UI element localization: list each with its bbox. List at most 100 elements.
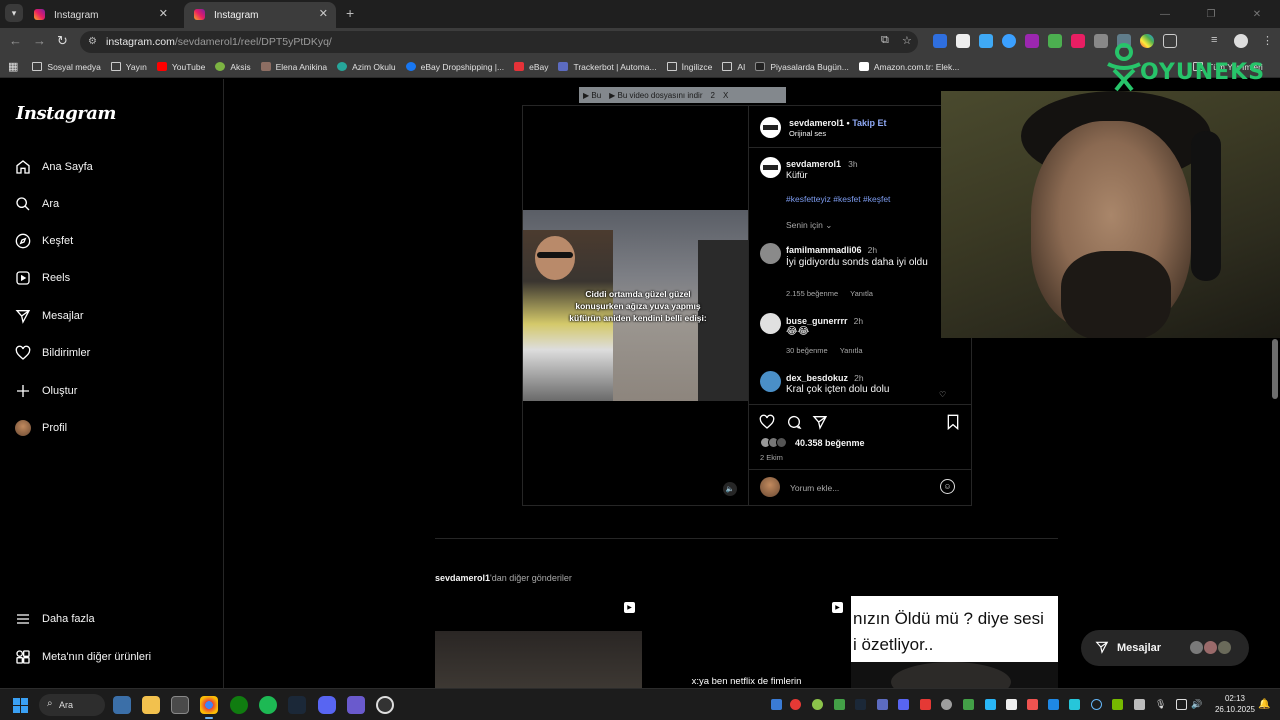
post-thumbnail[interactable]: nızın Öldü mü ? diye sesi i özetliyor.. — [851, 596, 1058, 688]
tray-icon[interactable] — [920, 699, 931, 710]
back-icon[interactable]: ← — [9, 33, 22, 48]
bookmark-link[interactable]: Elena Anikina — [260, 62, 327, 72]
tray-icon[interactable] — [771, 699, 782, 710]
bookmark-link[interactable]: YouTube — [156, 62, 205, 72]
follow-button[interactable]: Takip Et — [852, 118, 886, 128]
minimize-icon[interactable]: — — [1142, 0, 1188, 28]
download-video-button[interactable]: ▶ Bu video dosyasını indir — [605, 91, 706, 100]
messages-pill-button[interactable]: Mesajlar — [1081, 630, 1249, 666]
bookmark-folder[interactable]: Sosyal medya — [32, 62, 101, 72]
avatar[interactable] — [760, 371, 781, 392]
tray-icon[interactable] — [1027, 699, 1038, 710]
sidebar-item-notifications[interactable]: Bildirimler — [14, 341, 90, 365]
avatar[interactable] — [760, 313, 781, 334]
audio-label[interactable]: Orijinal ses — [789, 129, 826, 138]
extension-icon[interactable] — [1025, 34, 1039, 48]
tray-icon[interactable] — [941, 699, 952, 710]
bookmark-link[interactable]: Aksis — [215, 62, 251, 72]
taskbar-search[interactable]: ⌕ Ara — [39, 694, 105, 716]
chrome-icon[interactable] — [200, 696, 218, 719]
tray-icon[interactable] — [790, 699, 801, 710]
download-button[interactable]: ▶ Bu — [579, 91, 605, 100]
file-explorer-icon[interactable] — [142, 696, 160, 714]
sidebar-item-search[interactable]: Ara — [14, 192, 59, 216]
more-posts-username[interactable]: sevdamerol1 — [435, 573, 490, 583]
tray-icon[interactable] — [877, 699, 888, 710]
tray-icon[interactable] — [834, 699, 845, 710]
tray-icon[interactable] — [963, 699, 974, 710]
bookmark-link[interactable]: Azim Okulu — [337, 62, 396, 72]
close-window-icon[interactable]: ✕ — [1234, 0, 1280, 28]
bookmark-folder[interactable]: İngilizce — [666, 62, 712, 72]
install-app-icon[interactable]: ⧉ — [881, 34, 889, 47]
nvidia-icon[interactable] — [1112, 699, 1123, 710]
tray-icon[interactable] — [1006, 699, 1017, 710]
extension-icon[interactable] — [933, 34, 947, 48]
spotify-icon[interactable] — [259, 696, 277, 714]
sidebar-item-reels[interactable]: Reels — [14, 266, 70, 290]
extension-icon[interactable] — [956, 34, 970, 48]
bookmark-folder[interactable]: AI — [722, 62, 745, 72]
browser-tab-active[interactable]: Instagram ✕ — [184, 2, 336, 28]
comment-likes[interactable]: 30 beğenme — [786, 346, 828, 355]
tray-icon[interactable] — [1134, 699, 1145, 710]
like-heart-icon[interactable] — [759, 414, 775, 433]
reply-button[interactable]: Yanıtla — [850, 289, 873, 298]
bookmark-link[interactable]: eBay Dropshipping |... — [405, 62, 504, 72]
address-bar[interactable]: ⚙ instagram.com/sevdamerol1/reel/DPT5yPt… — [80, 31, 918, 53]
comment-bubble-icon[interactable] — [786, 414, 802, 433]
sidebar-item-create[interactable]: Oluştur — [14, 379, 77, 403]
discord-tray-icon[interactable] — [898, 699, 909, 710]
sidebar-item-messages[interactable]: Mesajlar — [14, 304, 84, 328]
comment-username[interactable]: dex_besdokuz — [786, 373, 848, 383]
extension-icon[interactable] — [1071, 34, 1085, 48]
microphone-icon[interactable]: 🎙 — [1155, 699, 1166, 710]
reload-icon[interactable]: ↻ — [57, 33, 68, 49]
task-view-icon[interactable] — [113, 696, 131, 714]
sidebar-item-meta-products[interactable]: Meta'nın diğer ürünleri — [14, 645, 151, 669]
browser-tab[interactable]: Instagram ✕ — [24, 2, 176, 28]
liker-avatars[interactable] — [760, 437, 790, 448]
new-tab-icon[interactable]: + — [346, 5, 354, 21]
extension-icon[interactable] — [1048, 34, 1062, 48]
sidebar-item-profile[interactable]: Profil — [14, 416, 67, 440]
steam-tray-icon[interactable] — [855, 699, 866, 710]
tray-icon[interactable] — [1091, 699, 1102, 710]
close-tab-icon[interactable]: ✕ — [159, 7, 168, 20]
reply-button[interactable]: Yanıtla — [840, 346, 863, 355]
tray-icon[interactable] — [812, 699, 823, 710]
tray-icon[interactable] — [1069, 699, 1080, 710]
comment-likes[interactable]: 2.155 beğenme — [786, 289, 838, 298]
avatar[interactable] — [760, 157, 781, 178]
discord-icon[interactable] — [318, 696, 336, 714]
caption-hashtags[interactable]: #kesfetteyiz #kesfet #keşfet — [786, 194, 890, 204]
post-thumbnail[interactable]: ▶ x:ya ben netflix de fimlerin — [643, 596, 850, 688]
comment-username[interactable]: buse_gunerrrr — [786, 316, 848, 326]
obs-icon[interactable] — [376, 696, 394, 714]
extension-icon[interactable] — [1002, 34, 1016, 48]
store-icon[interactable] — [171, 696, 189, 714]
for-you-filter[interactable]: Senin için ⌄ — [786, 220, 832, 231]
like-comment-heart-icon[interactable]: ♡ — [939, 390, 946, 399]
steam-icon[interactable] — [288, 696, 306, 714]
reel-video[interactable]: Ciddi ortamda güzel güzel konuşurken ağı… — [523, 106, 748, 505]
site-info-icon[interactable]: ⚙ — [88, 36, 100, 48]
close-tab-icon[interactable]: ✕ — [319, 7, 328, 20]
extension-icon[interactable] — [979, 34, 993, 48]
emoji-picker-icon[interactable]: ☺ — [940, 479, 955, 494]
sidebar-item-more[interactable]: Daha fazla — [14, 607, 95, 631]
video-frame[interactable]: Ciddi ortamda güzel güzel konuşurken ağı… — [523, 210, 748, 401]
tab-search-button[interactable]: ▾ — [5, 4, 23, 22]
bookmark-link[interactable]: eBay — [514, 62, 548, 72]
tray-icon[interactable] — [985, 699, 996, 710]
bookmark-link[interactable]: Amazon.com.tr: Elek... — [858, 62, 959, 72]
save-bookmark-icon[interactable] — [946, 414, 960, 433]
apps-grid-icon[interactable]: ▦ — [8, 60, 18, 73]
start-windows-icon[interactable] — [13, 698, 28, 713]
comment-input[interactable]: Yorum ekle... — [790, 483, 839, 493]
volume-icon[interactable]: 🔊 — [1191, 699, 1202, 710]
bookmark-link[interactable]: Piyasalarda Bugün... — [755, 62, 849, 72]
taskbar-clock[interactable]: 02:13 26.10.2025 — [1210, 693, 1260, 715]
app-icon[interactable] — [347, 696, 365, 714]
post-thumbnail[interactable]: ▶ — [435, 596, 642, 688]
